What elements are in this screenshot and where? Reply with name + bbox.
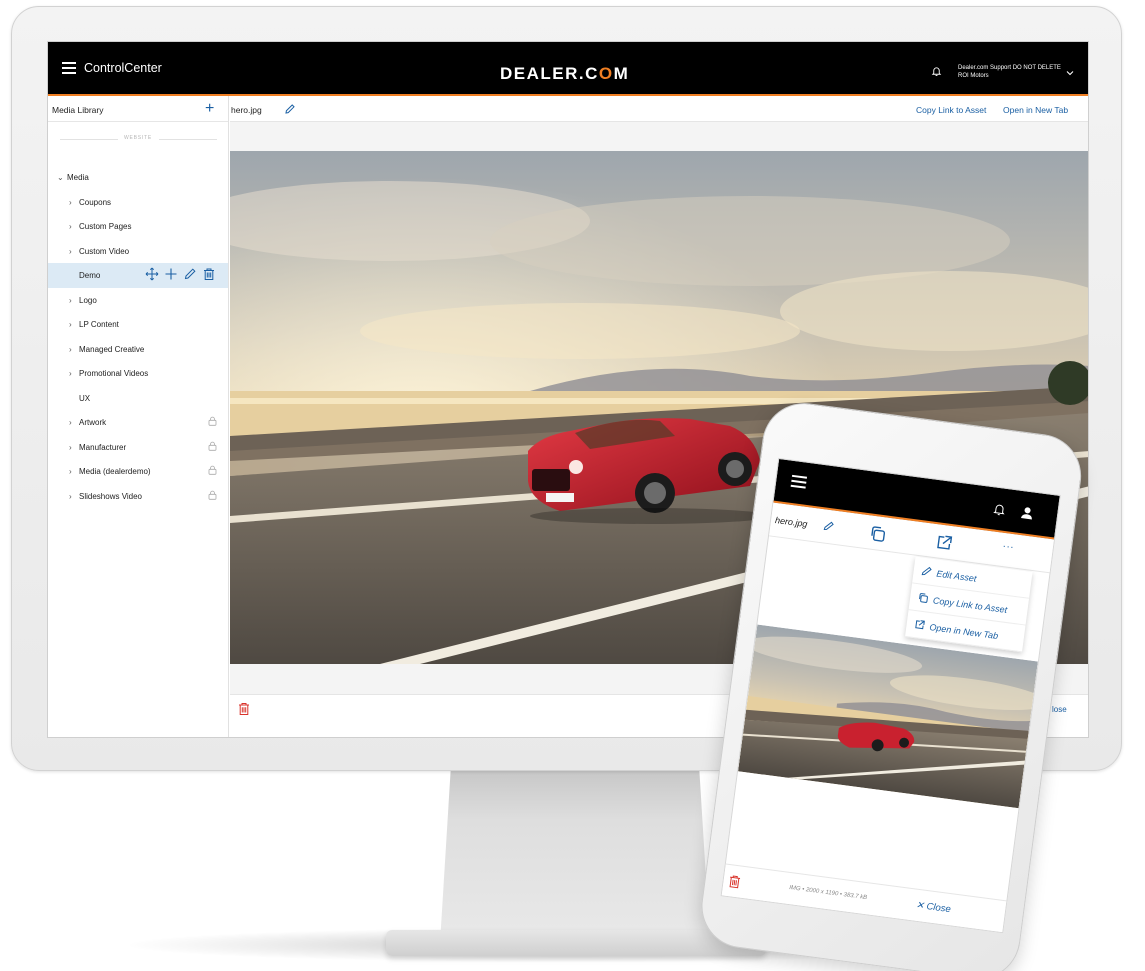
- media-library-sidebar: Media Library + WEBSITE ⌄ Media › Coupon…: [48, 96, 229, 737]
- bell-icon[interactable]: [993, 502, 1007, 516]
- chevron-down-icon[interactable]: ⌄: [57, 173, 64, 182]
- section-divider: WEBSITE: [48, 133, 228, 145]
- more-options-menu: Edit Asset Copy Link to Asset Open in Ne…: [904, 556, 1033, 653]
- brand-text-prefix: DEALER.C: [500, 64, 599, 83]
- tree-item-media[interactable]: ⌄ Media: [48, 165, 228, 190]
- lock-icon: [208, 416, 217, 426]
- tree-item-label: Media: [67, 173, 89, 182]
- chevron-right-icon[interactable]: ›: [69, 222, 72, 231]
- copy-icon[interactable]: [867, 523, 888, 544]
- chevron-right-icon[interactable]: ›: [69, 443, 72, 452]
- brand-text-o: O: [598, 64, 614, 83]
- tree-item-label: LP Content: [79, 320, 119, 329]
- menu-item-label: Copy Link to Asset: [932, 595, 1008, 615]
- chevron-right-icon[interactable]: ›: [69, 492, 72, 501]
- brand-text-suffix: M: [613, 64, 630, 83]
- tree-item-lp-content[interactable]: › LP Content: [48, 312, 228, 337]
- tree-item-label: Media (dealerdemo): [79, 467, 151, 476]
- top-header: ControlCenter DEALER.COM Dealer.com Supp…: [48, 42, 1088, 96]
- tree-item-custom-pages[interactable]: › Custom Pages: [48, 214, 228, 239]
- app-title[interactable]: ControlCenter: [84, 61, 162, 75]
- folder-tree: ⌄ Media › Coupons › Custom Pages › Custo…: [48, 165, 228, 508]
- copy-link-button[interactable]: Copy Link to Asset: [916, 105, 986, 115]
- pencil-icon[interactable]: [822, 519, 835, 532]
- tree-item-custom-video[interactable]: › Custom Video: [48, 239, 228, 264]
- tree-item-label: Coupons: [79, 197, 112, 207]
- move-icon[interactable]: [145, 267, 159, 281]
- tree-item-label: Logo: [79, 295, 97, 305]
- chevron-right-icon[interactable]: ›: [69, 247, 72, 256]
- chevron-right-icon[interactable]: ›: [69, 198, 72, 207]
- pencil-icon: [921, 566, 932, 576]
- pencil-icon[interactable]: [183, 267, 197, 281]
- tree-item-slideshows-video[interactable]: › Slideshows Video: [48, 484, 228, 509]
- copy-icon: [919, 593, 928, 603]
- asset-toolbar: hero.jpg Copy Link to Asset Open in New …: [230, 96, 1088, 122]
- user-account[interactable]: Dealer.com Support DO NOT DELETE ROI Mot…: [958, 64, 1061, 80]
- asset-file-name: hero.jpg: [231, 105, 262, 115]
- tree-item-manufacturer[interactable]: › Manufacturer: [48, 435, 228, 460]
- tree-item-promotional-videos[interactable]: › Promotional Videos: [48, 361, 228, 386]
- tree-item-label: Custom Video: [79, 246, 130, 256]
- external-link-icon: [915, 620, 925, 630]
- more-options-button[interactable]: ···: [1002, 541, 1015, 553]
- tree-item-demo[interactable]: Demo: [48, 263, 228, 288]
- close-button[interactable]: ✕ Close: [915, 900, 951, 915]
- close-button[interactable]: lose: [1052, 705, 1067, 714]
- phone-screen: hero.jpg ··· Edit Asset Copy Link to Ass…: [720, 457, 1061, 934]
- divider-line: [159, 139, 217, 140]
- pencil-icon[interactable]: [284, 103, 296, 115]
- tree-item-label: Demo: [79, 271, 101, 280]
- tree-item-ux[interactable]: UX: [48, 386, 228, 411]
- tree-item-artwork[interactable]: › Artwork: [48, 410, 228, 435]
- dealer-name-label: ROI Motors: [958, 73, 989, 79]
- menu-item-label: Edit Asset: [935, 568, 978, 584]
- tree-item-media-dealerdemo[interactable]: › Media (dealerdemo): [48, 459, 228, 484]
- tree-item-label: Promotional Videos: [79, 369, 149, 378]
- tree-item-logo[interactable]: › Logo: [48, 288, 228, 313]
- chevron-right-icon[interactable]: ›: [69, 369, 72, 378]
- asset-image: [738, 624, 1038, 809]
- menu-icon[interactable]: [790, 474, 808, 489]
- tree-item-label: Artwork: [79, 418, 107, 427]
- sidebar-title: Media Library: [52, 105, 104, 115]
- tree-item-label: Manufacturer: [79, 442, 127, 452]
- add-folder-button[interactable]: +: [205, 101, 214, 117]
- user-icon[interactable]: [1019, 505, 1035, 521]
- user-name-label: Dealer.com Support DO NOT DELETE: [958, 65, 1061, 71]
- scene: ControlCenter DEALER.COM Dealer.com Supp…: [0, 0, 1145, 971]
- lock-icon: [208, 465, 217, 475]
- monitor-stand: [440, 768, 710, 943]
- asset-file-name: hero.jpg: [774, 515, 809, 530]
- external-link-icon[interactable]: [933, 532, 954, 553]
- tree-item-label: UX: [79, 393, 91, 403]
- trash-icon[interactable]: [202, 267, 216, 281]
- tree-item-managed-creative[interactable]: › Managed Creative: [48, 337, 228, 362]
- menu-item-label: Open in New Tab: [928, 622, 999, 642]
- asset-metadata: IMG • 2000 x 1190 • 383.7 kB: [788, 884, 868, 902]
- tree-item-label: Custom Pages: [79, 222, 132, 231]
- bell-icon[interactable]: [931, 66, 942, 77]
- lock-icon: [208, 441, 217, 451]
- tree-item-label: Managed Creative: [79, 344, 145, 354]
- row-actions: [145, 267, 216, 283]
- chevron-right-icon[interactable]: ›: [69, 345, 72, 354]
- open-new-tab-button[interactable]: Open in New Tab: [1003, 105, 1068, 115]
- add-icon[interactable]: [164, 267, 178, 281]
- lock-icon: [208, 490, 217, 500]
- section-label: WEBSITE: [123, 135, 153, 141]
- chevron-right-icon[interactable]: ›: [69, 320, 72, 329]
- trash-icon[interactable]: [238, 702, 250, 716]
- tree-item-coupons[interactable]: › Coupons: [48, 190, 228, 215]
- chevron-down-icon[interactable]: [1066, 69, 1074, 77]
- chevron-right-icon[interactable]: ›: [69, 467, 72, 476]
- tree-item-label: Slideshows Video: [79, 491, 143, 501]
- trash-icon[interactable]: [728, 874, 742, 889]
- chevron-right-icon[interactable]: ›: [69, 418, 72, 427]
- chevron-right-icon[interactable]: ›: [69, 296, 72, 305]
- menu-icon[interactable]: [62, 62, 76, 74]
- dealer-logo: DEALER.COM: [500, 64, 629, 84]
- sidebar-header: Media Library +: [48, 96, 228, 122]
